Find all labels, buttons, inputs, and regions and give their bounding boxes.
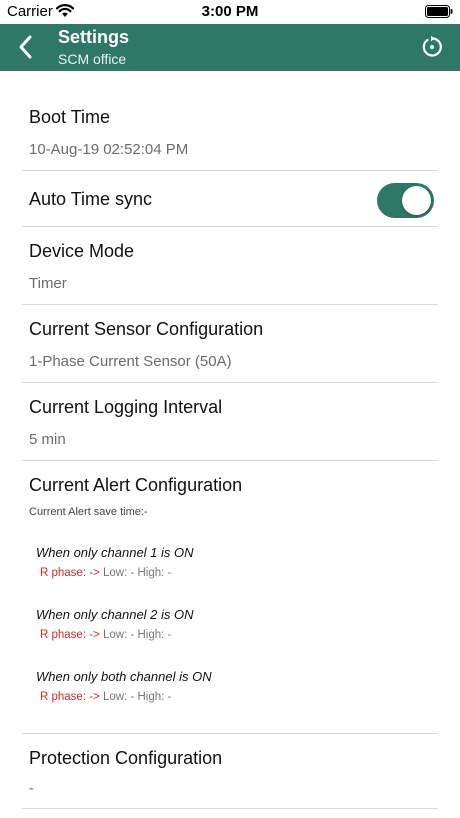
- page-title: Settings: [58, 27, 130, 47]
- chevron-left-icon[interactable]: [16, 34, 36, 65]
- device-mode-value: Timer: [29, 275, 67, 292]
- auto-time-sync-row: Auto Time sync: [22, 171, 438, 227]
- battery-icon: [425, 5, 453, 23]
- boot-time-value: 10-Aug-19 02:52:04 PM: [29, 141, 189, 158]
- protection-value: -: [29, 780, 34, 797]
- logging-interval-label: Current Logging Interval: [29, 397, 223, 417]
- alert-save-time: Current Alert save time:-: [29, 506, 148, 518]
- phase-values: Low: - High: -: [102, 567, 172, 579]
- channel-2-detail: R phase: -> Low: - High: -: [40, 629, 171, 641]
- logging-interval-value: 5 min: [29, 431, 66, 448]
- current-sensor-value: 1-Phase Current Sensor (50A): [29, 353, 232, 370]
- auto-time-sync-label: Auto Time sync: [29, 189, 153, 209]
- current-sensor-label: Current Sensor Configuration: [29, 319, 264, 339]
- clock: 3:00 PM: [201, 3, 259, 20]
- settings-list: Boot Time 10-Aug-19 02:52:04 PM Auto Tim…: [22, 71, 438, 809]
- device-mode-label: Device Mode: [29, 241, 135, 261]
- phase-label: R phase: ->: [40, 691, 100, 703]
- protection-label: Protection Configuration: [29, 748, 223, 768]
- boot-time-label: Boot Time: [29, 107, 111, 127]
- toggle-knob: [402, 186, 431, 215]
- logging-interval-row: Current Logging Interval 5 min: [22, 383, 438, 461]
- phase-values: Low: - High: -: [102, 629, 172, 641]
- alert-config-label: Current Alert Configuration: [29, 475, 243, 495]
- channel-1-detail: R phase: -> Low: - High: -: [40, 567, 171, 579]
- device-mode-row: Device Mode Timer: [22, 227, 438, 305]
- alert-config-row: Current Alert Configuration Current Aler…: [22, 461, 438, 734]
- channel-2-title: When only channel 2 is ON: [36, 607, 194, 622]
- boot-time-row: Boot Time 10-Aug-19 02:52:04 PM: [22, 71, 438, 171]
- nav-bar: Settings SCM office: [0, 24, 460, 71]
- channel-1-title: When only channel 1 is ON: [36, 545, 194, 560]
- status-bar: Carrier 3:00 PM: [0, 0, 460, 24]
- refresh-icon[interactable]: [420, 35, 444, 64]
- channel-both-detail: R phase: -> Low: - High: -: [40, 691, 171, 703]
- protection-row: Protection Configuration -: [22, 734, 438, 809]
- current-sensor-row: Current Sensor Configuration 1-Phase Cur…: [22, 305, 438, 383]
- channel-both-title: When only both channel is ON: [36, 669, 212, 684]
- auto-time-sync-toggle[interactable]: [377, 183, 434, 218]
- page-subtitle: SCM office: [58, 51, 127, 67]
- phase-label: R phase: ->: [40, 567, 100, 579]
- phase-values: Low: - High: -: [102, 691, 172, 703]
- phase-label: R phase: ->: [40, 629, 100, 641]
